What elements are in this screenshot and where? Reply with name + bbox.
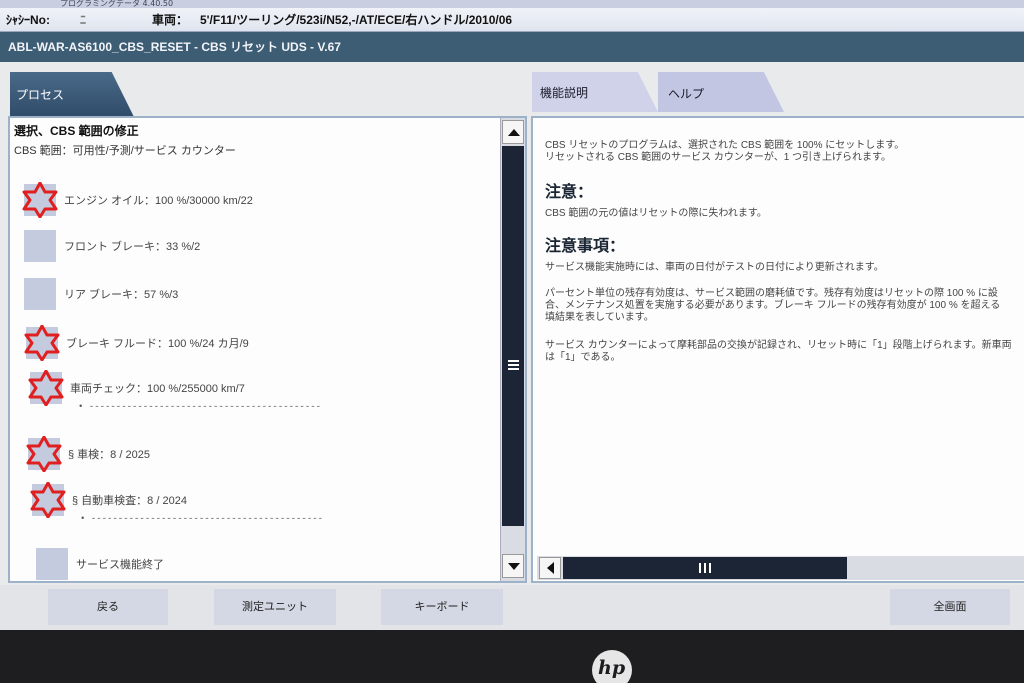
note-2-line-1: パーセント単位の残存有効度は、サービス範囲の磨耗値です。残存有効度はリセットの際… (545, 288, 998, 299)
keyboard-button[interactable]: キーボード (381, 589, 503, 625)
description-panel: CBS リセットのプログラムは、選択された CBS 範囲を 100% にセットし… (531, 116, 1024, 583)
caution-heading: 注意： (545, 184, 594, 201)
list-item-inspection[interactable]: § 車検：8 / 2025 (26, 436, 150, 472)
horizontal-scrollbar[interactable] (537, 556, 1024, 580)
note-1: サービス機能実施時には、車両の日付がテストの日付により更新されます。 (545, 262, 884, 273)
cbs-range-subheading: CBS 範囲：可用性/予測/サービス カウンター (14, 145, 236, 157)
intro-line-2: リセットされる CBS 範囲のサービス カウンターが、1 つ引き上げられます。 (545, 152, 892, 163)
chassis-number-value: ﾆ (80, 13, 87, 27)
list-item-service-end[interactable]: サービス機能終了 (34, 546, 164, 582)
list-item-vehicle-inspection[interactable]: § 自動車検査：8 / 2024 (30, 482, 187, 518)
fullscreen-button[interactable]: 全画面 (890, 589, 1010, 625)
red-star-icon (22, 182, 58, 218)
list-item-rear-brake[interactable]: リア ブレーキ：57 %/3 (22, 276, 178, 312)
item-label: リア ブレーキ：57 %/3 (64, 289, 179, 301)
vehicle-label: 車両： (152, 13, 189, 27)
caution-text: CBS 範囲の元の値はリセットの際に失われます。 (545, 208, 767, 219)
vehicle-check-subline: • --------------------------------------… (78, 402, 322, 412)
measure-unit-button[interactable]: 測定ユニット (214, 589, 336, 625)
hp-logo: hp (592, 650, 632, 683)
grey-square-icon (34, 546, 70, 582)
list-item-front-brake[interactable]: フロント ブレーキ：33 %/2 (22, 228, 200, 264)
vehicle-inspection-subline: • --------------------------------------… (80, 514, 324, 524)
process-panel: 選択、CBS 範囲の修正 CBS 範囲：可用性/予測/サービス カウンター エン… (8, 116, 527, 583)
list-item-brake-fluid[interactable]: ブレーキ フルード：100 %/24 カ月/9 (24, 325, 249, 361)
grey-square-icon (22, 228, 58, 264)
window-title: ABL-WAR-AS6100_CBS_RESET - CBS リセット UDS … (0, 32, 1024, 62)
item-label: 車両チェック：100 %/255000 km/7 (70, 383, 245, 395)
scrollbar-thumb[interactable] (502, 146, 524, 526)
vehicle-description: 5'/F11/ツーリング/523i/N52,-/AT/ECE/右ハンドル/201… (200, 13, 513, 27)
scroll-left-button[interactable] (539, 557, 561, 579)
scroll-up-button[interactable] (502, 120, 524, 144)
notes-heading: 注意事項： (545, 238, 626, 255)
chassis-number-label: ｼｬｼｰNo: (6, 13, 50, 27)
grip-icon (699, 563, 711, 573)
process-heading: 選択、CBS 範囲の修正 (14, 124, 139, 138)
red-star-icon (28, 370, 64, 406)
item-label: ブレーキ フルード：100 %/24 カ月/9 (66, 338, 249, 350)
item-label: サービス機能終了 (76, 559, 164, 571)
item-label: § 自動車検査：8 / 2024 (72, 495, 187, 507)
vehicle-info-bar: ｼｬｼｰNo: ﾆ 車両： 5'/F11/ツーリング/523i/N52,-/AT… (0, 8, 1024, 32)
bottom-toolbar: 戻る 測定ユニット キーボード 全画面 (0, 585, 1024, 630)
grip-icon (508, 360, 519, 370)
intro-line-1: CBS リセットのプログラムは、選択された CBS 範囲を 100% にセットし… (545, 140, 905, 151)
item-label: § 車検：8 / 2025 (68, 449, 150, 461)
red-star-icon (24, 325, 60, 361)
hp-logo-text: hp (598, 657, 626, 679)
tab-process[interactable]: プロセス (10, 72, 134, 117)
note-3-line-1: サービス カウンターによって摩耗部品の交換が記録され、リセット時に「1」段階上げ… (545, 340, 1012, 351)
back-button[interactable]: 戻る (48, 589, 168, 625)
red-star-icon (26, 436, 62, 472)
tab-function-description[interactable]: 機能説明 (532, 72, 658, 112)
horizontal-scrollbar-thumb[interactable] (563, 557, 847, 579)
tab-help[interactable]: ヘルプ (658, 72, 784, 112)
item-label: エンジン オイル：100 %/30000 km/22 (64, 195, 253, 207)
note-2-line-3: 填結果を表しています。 (545, 312, 654, 323)
list-item-engine-oil[interactable]: エンジン オイル：100 %/30000 km/22 (22, 182, 253, 218)
note-2-line-2: 合、メンテナンス処置を実施する必要があります。ブレーキ フルードの残存有効度が … (545, 300, 1001, 311)
scroll-down-button[interactable] (502, 554, 524, 578)
note-3-line-2: は「1」である。 (545, 352, 621, 363)
red-star-icon (30, 482, 66, 518)
vertical-scrollbar[interactable] (500, 118, 525, 581)
list-item-vehicle-check[interactable]: 車両チェック：100 %/255000 km/7 (28, 370, 245, 406)
grey-square-icon (22, 276, 58, 312)
laptop-screen: プログラミングデータ 4.40.50 ｼｬｼｰNo: ﾆ 車両： 5'/F11/… (0, 0, 1024, 630)
item-label: フロント ブレーキ：33 %/2 (64, 241, 201, 253)
